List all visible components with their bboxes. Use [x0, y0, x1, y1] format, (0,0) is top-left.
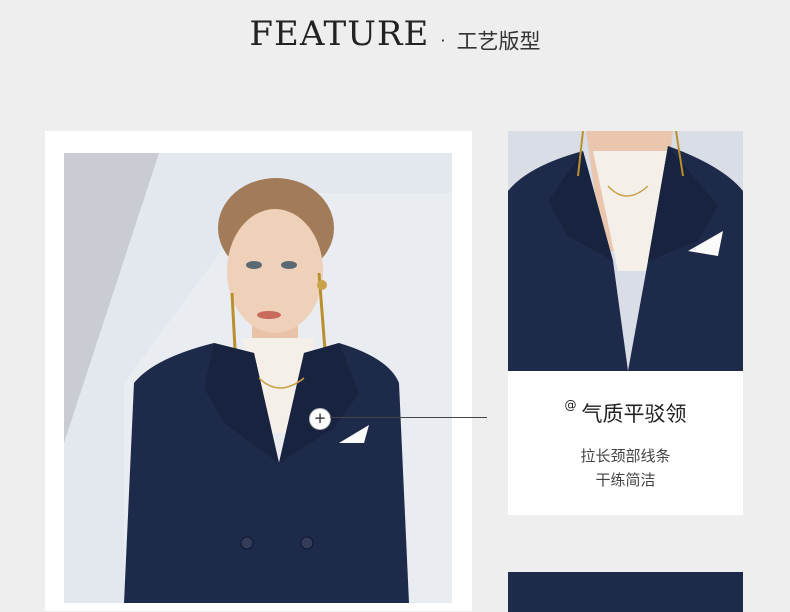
next-detail-photo	[508, 572, 743, 612]
feature-title-text: 气质平驳领	[581, 402, 687, 426]
hotspot-marker[interactable]: +	[309, 408, 331, 430]
heading-english: FEATURE	[249, 14, 430, 54]
model-photo	[64, 153, 452, 603]
model-illustration	[64, 153, 452, 603]
section-heading: FEATURE · 工艺版型	[0, 14, 790, 56]
heading-chinese: 工艺版型	[456, 29, 541, 54]
callout-connector-line	[330, 417, 487, 418]
heading-separator: ·	[440, 31, 446, 50]
feature-description: 拉长颈部线条 干练简洁	[508, 444, 743, 492]
collar-closeup-photo	[508, 131, 743, 371]
feature-desc-line-1: 拉长颈部线条	[580, 447, 671, 465]
feature-title: @ 气质平驳领	[508, 398, 743, 428]
at-symbol: @	[564, 398, 577, 412]
feature-desc-line-2: 干练简洁	[595, 471, 656, 489]
collar-illustration	[508, 131, 743, 371]
